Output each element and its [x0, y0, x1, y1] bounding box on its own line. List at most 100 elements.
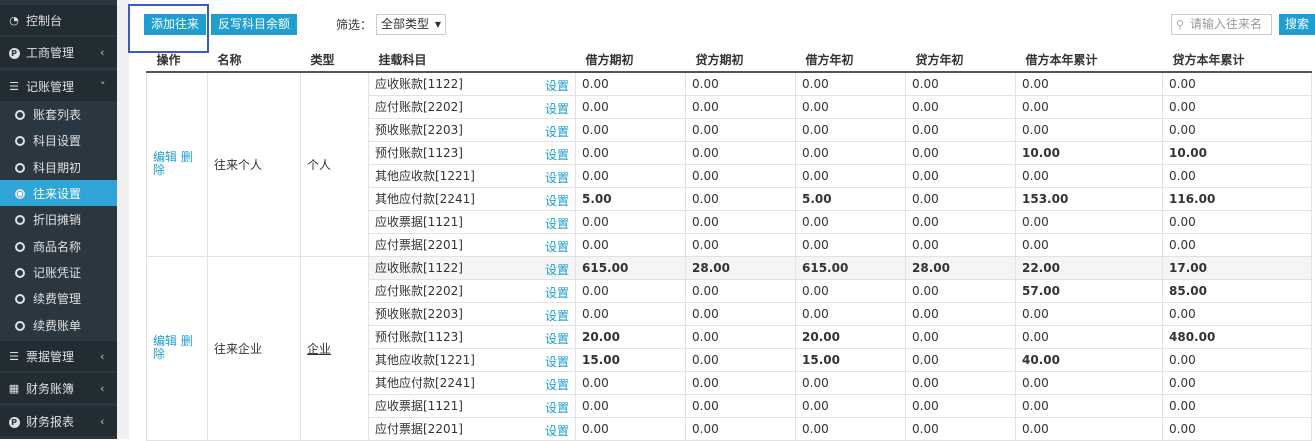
add-contact-button[interactable]: 添加往来 — [144, 14, 207, 35]
contacts-table: 操作 名称 类型 挂载科目 借方期初 贷方期初 借方年初 贷方年初 借方本年累计 贷方本年累计 编… — [146, 48, 1312, 441]
account-cell: 应付票据[2201] 设置 — [368, 416, 576, 441]
sidebar-item-0[interactable]: ◔ 控制台 — [0, 5, 117, 35]
chevron-down-icon: ˅ — [100, 79, 106, 93]
row-actions: 编辑 删除 — [146, 255, 208, 441]
amount-cell: 0.00 — [1015, 393, 1163, 418]
sidebar-item-12[interactable]: ☰ 票据管理 ‹ — [0, 341, 117, 371]
amount-cell: 615.00 — [575, 255, 686, 280]
type-filter-select[interactable]: 全部类型 ▼ — [376, 14, 446, 35]
amount-cell: 0.00 — [1162, 416, 1312, 441]
p-circle-icon: P — [8, 46, 20, 59]
column-header: 贷方期初 — [685, 48, 796, 73]
set-link[interactable]: 设置 — [545, 192, 569, 209]
sidebar-item-5[interactable]: 科目期初 — [0, 154, 117, 180]
sidebar-item-3[interactable]: 账套列表 — [0, 101, 117, 127]
sidebar-item-label: 工商管理 — [26, 45, 75, 60]
amount-cell: 0.00 — [795, 232, 906, 257]
amount-cell: 0.00 — [1015, 416, 1163, 441]
amount-cell: 0.00 — [575, 209, 686, 234]
sidebar-item-label: 续费管理 — [33, 291, 82, 306]
amount-cell: 0.00 — [905, 370, 1016, 395]
set-link[interactable]: 设置 — [545, 307, 569, 324]
set-link[interactable]: 设置 — [545, 215, 569, 232]
sidebar-item-13[interactable]: ▦ 财务账簿 ‹ — [0, 373, 117, 403]
account-cell: 预付账款[1123] 设置 — [368, 140, 576, 165]
sidebar-item-11[interactable]: 续费账单 — [0, 312, 117, 338]
account-cell: 预收账款[2203] 设置 — [368, 117, 576, 142]
sidebar-item-6[interactable]: 往来设置 — [0, 180, 117, 206]
amount-cell: 0.00 — [685, 324, 796, 349]
amount-cell: 0.00 — [1015, 71, 1163, 96]
search-input[interactable]: ⚲ 请输入往来名 — [1171, 14, 1272, 35]
set-link[interactable]: 设置 — [545, 169, 569, 186]
column-header: 借方年初 — [795, 48, 906, 73]
amount-cell: 0.00 — [685, 370, 796, 395]
sidebar-item-9[interactable]: 记账凭证 — [0, 259, 117, 285]
set-link[interactable]: 设置 — [545, 77, 569, 94]
sidebar-item-7[interactable]: 折旧摊销 — [0, 206, 117, 232]
sidebar-item-1[interactable]: P 工商管理 ‹ — [0, 37, 117, 67]
amount-cell: 0.00 — [1162, 117, 1312, 142]
amount-cell: 0.00 — [1162, 347, 1312, 372]
search-icon: ⚲ — [1176, 18, 1185, 31]
set-link[interactable]: 设置 — [545, 353, 569, 370]
account-name: 其他应付款[2241] — [375, 192, 475, 206]
chevron-left-icon: ‹ — [100, 414, 105, 428]
contact-name: 往来企业 — [207, 255, 301, 441]
amount-cell: 615.00 — [795, 255, 906, 280]
p-circle-icon: P — [8, 415, 20, 428]
set-link[interactable]: 设置 — [545, 376, 569, 393]
amount-cell: 57.00 — [1015, 278, 1163, 303]
amount-cell: 0.00 — [905, 393, 1016, 418]
sidebar-item-14[interactable]: P 财务报表 ‹ — [0, 406, 117, 436]
sidebar-item-2[interactable]: ☰ 记账管理 ˅ — [0, 71, 117, 101]
set-link[interactable]: 设置 — [545, 146, 569, 163]
amount-cell: 85.00 — [1162, 278, 1312, 303]
amount-cell: 0.00 — [685, 232, 796, 257]
account-name: 预付账款[1123] — [375, 330, 463, 344]
amount-cell: 0.00 — [1162, 393, 1312, 418]
set-link[interactable]: 设置 — [545, 100, 569, 117]
amount-cell: 5.00 — [795, 186, 906, 211]
amount-cell: 116.00 — [1162, 186, 1312, 211]
amount-cell: 10.00 — [1162, 140, 1312, 165]
radio-selected-icon — [15, 187, 25, 200]
account-cell: 应收账款[1122] 设置 — [368, 255, 576, 280]
sidebar-item-8[interactable]: 商品名称 — [0, 233, 117, 259]
amount-cell: 0.00 — [795, 370, 906, 395]
amount-cell: 0.00 — [1015, 117, 1163, 142]
set-link[interactable]: 设置 — [545, 261, 569, 278]
set-link[interactable]: 设置 — [545, 422, 569, 439]
dashboard-icon: ◔ — [9, 13, 19, 27]
set-link[interactable]: 设置 — [545, 399, 569, 416]
amount-cell: 0.00 — [795, 140, 906, 165]
account-name: 其他应收款[1221] — [375, 353, 475, 367]
circle-icon — [15, 213, 25, 226]
amount-cell: 0.00 — [575, 393, 686, 418]
amount-cell: 0.00 — [575, 232, 686, 257]
sidebar-item-4[interactable]: 科目设置 — [0, 127, 117, 153]
amount-cell: 0.00 — [685, 347, 796, 372]
sidebar-item-label: 折旧摊销 — [33, 212, 82, 227]
amount-cell: 0.00 — [795, 163, 906, 188]
circle-icon — [15, 319, 25, 332]
writeback-balance-button[interactable]: 反写科目余额 — [211, 14, 298, 35]
amount-cell: 0.00 — [905, 163, 1016, 188]
sidebar-item-10[interactable]: 续费管理 — [0, 285, 117, 311]
filter-label: 筛选： — [336, 18, 373, 32]
set-link[interactable]: 设置 — [545, 238, 569, 255]
amount-cell: 22.00 — [1015, 255, 1163, 280]
contact-name: 往来个人 — [207, 71, 301, 257]
set-link[interactable]: 设置 — [545, 284, 569, 301]
amount-cell: 480.00 — [1162, 324, 1312, 349]
search-button[interactable]: 搜索 — [1279, 14, 1315, 35]
edit-link[interactable]: 编辑 — [153, 334, 177, 348]
set-link[interactable]: 设置 — [545, 123, 569, 140]
amount-cell: 0.00 — [575, 370, 686, 395]
set-link[interactable]: 设置 — [545, 330, 569, 347]
amount-cell: 0.00 — [1162, 163, 1312, 188]
amount-cell: 0.00 — [795, 416, 906, 441]
amount-cell: 20.00 — [795, 324, 906, 349]
amount-cell: 17.00 — [1162, 255, 1312, 280]
account-name: 应收票据[1121] — [375, 399, 463, 413]
